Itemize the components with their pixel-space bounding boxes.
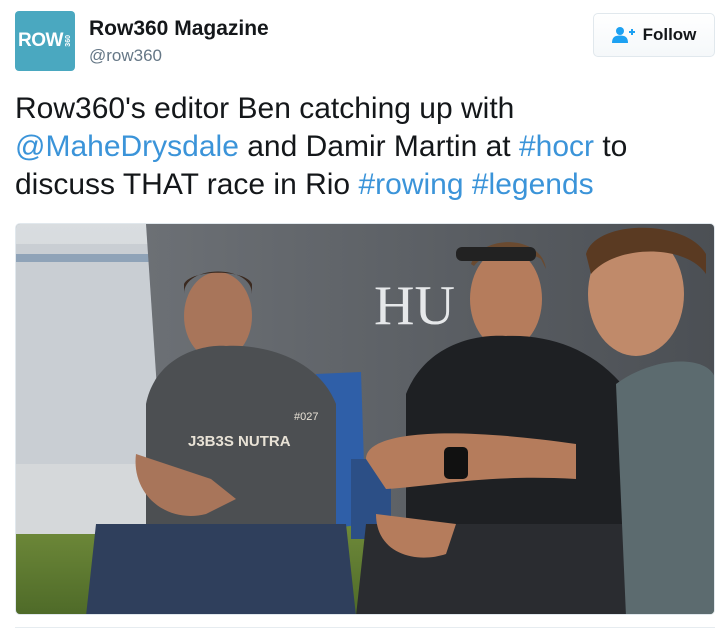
tweet-text-segment: and Damir Martin at <box>238 130 519 163</box>
tweet-text-segment: Row360's editor Ben catching up with <box>15 92 515 125</box>
hashtag-link[interactable]: #legends <box>472 168 594 201</box>
hashtag-link[interactable]: #hocr <box>519 130 594 163</box>
hashtag-link[interactable]: #rowing <box>358 168 463 201</box>
divider <box>15 627 715 628</box>
logo-sub-text: 360 <box>64 35 72 47</box>
left-shirt-text: J3B3S NUTRA <box>188 433 291 450</box>
row360-logo: ROW 360 <box>18 30 72 52</box>
photo-illustration: HU J3B3S NUTRA #027 <box>16 224 714 614</box>
follow-user-icon <box>611 27 635 43</box>
follow-button[interactable]: Follow <box>593 13 715 57</box>
author-name[interactable]: Row360 Magazine <box>89 17 269 41</box>
author-handle[interactable]: @row360 <box>89 46 162 66</box>
tweet-photo[interactable]: HU J3B3S NUTRA #027 <box>15 223 715 615</box>
follow-label: Follow <box>642 25 697 44</box>
tent-logo-text: HU <box>374 275 455 337</box>
avatar[interactable]: ROW 360 <box>15 11 75 71</box>
left-shirt-number: #027 <box>294 411 318 423</box>
tweet-text: Row360's editor Ben catching up with @Ma… <box>15 90 715 204</box>
tweet-text-segment <box>464 168 472 201</box>
mention-link[interactable]: @MaheDrysdale <box>15 130 239 163</box>
logo-text: ROW <box>18 30 63 51</box>
tweet-card: ROW 360 Row360 Magazine @row360 Follow R… <box>0 0 727 633</box>
